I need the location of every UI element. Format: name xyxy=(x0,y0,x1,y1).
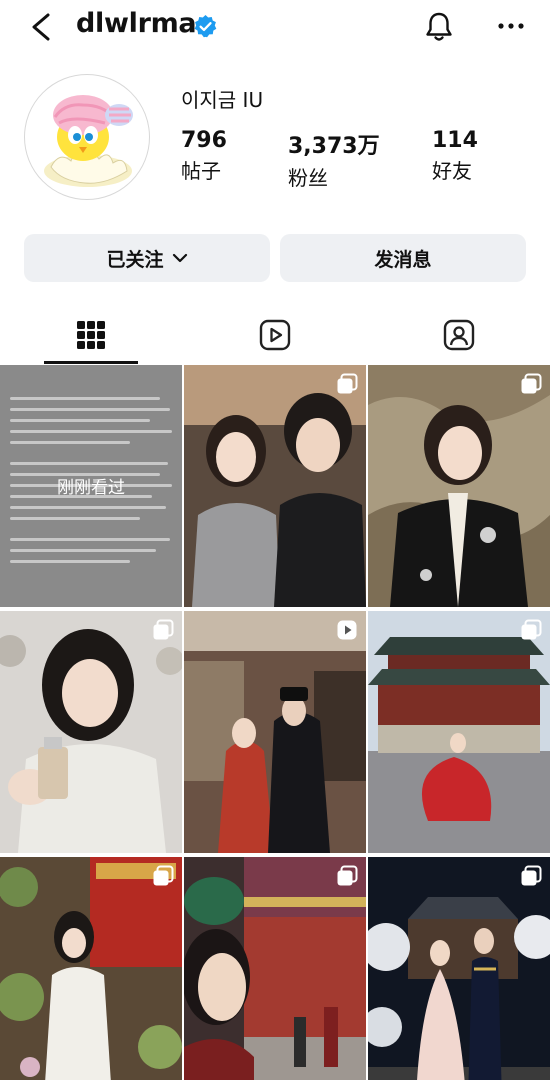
message-button-label: 发消息 xyxy=(374,248,432,271)
tagged-icon xyxy=(443,319,475,351)
tab-reels[interactable] xyxy=(228,306,322,364)
seen-recently-label: 刚刚看过 xyxy=(57,478,125,498)
grid-post-4[interactable] xyxy=(0,611,182,853)
stat-posts[interactable]: 796 帖子 xyxy=(181,128,227,184)
grid-post-2[interactable] xyxy=(184,365,366,607)
profile-username: dlwlrma xyxy=(76,8,197,39)
post-thumbnail xyxy=(368,857,550,1080)
verified-badge-icon xyxy=(194,15,217,38)
grid-post-9[interactable] xyxy=(368,857,550,1080)
grid-icon xyxy=(77,321,105,349)
following-button[interactable]: 已关注 xyxy=(24,234,270,282)
reels-icon xyxy=(259,319,291,351)
post-thumbnail xyxy=(0,611,182,853)
post-thumbnail xyxy=(184,611,366,853)
stat-followers-label: 粉丝 xyxy=(288,166,328,190)
grid-post-3[interactable] xyxy=(368,365,550,607)
post-thumbnail xyxy=(184,857,366,1080)
grid-post-7[interactable] xyxy=(0,857,182,1080)
carousel-icon xyxy=(153,619,174,640)
more-horizontal-icon[interactable] xyxy=(496,14,526,38)
profile-tabs xyxy=(0,306,550,364)
carousel-icon xyxy=(521,865,542,886)
stat-friends-label: 好友 xyxy=(432,159,472,183)
tab-tagged[interactable] xyxy=(412,306,506,364)
post-thumbnail xyxy=(184,365,366,607)
stat-friends[interactable]: 114 好友 xyxy=(432,128,478,184)
carousel-icon xyxy=(337,865,358,886)
profile-display-name: 이지금 IU xyxy=(181,88,264,112)
message-button[interactable]: 发消息 xyxy=(280,234,526,282)
chevron-down-icon xyxy=(172,253,187,263)
bell-icon[interactable] xyxy=(422,10,456,44)
stat-followers-count: 3,373万 xyxy=(288,134,380,159)
tab-posts-grid[interactable] xyxy=(44,306,138,364)
following-button-label: 已关注 xyxy=(106,248,164,271)
post-grid: 刚刚看过 xyxy=(0,365,550,1080)
stat-friends-count: 114 xyxy=(432,128,478,153)
post-thumbnail xyxy=(368,611,550,853)
stat-posts-count: 796 xyxy=(181,128,227,153)
profile-avatar[interactable] xyxy=(24,74,150,200)
reel-icon xyxy=(337,620,357,640)
grid-post-1[interactable]: 刚刚看过 xyxy=(0,365,182,607)
stat-posts-label: 帖子 xyxy=(181,159,221,183)
grid-post-5[interactable] xyxy=(184,611,366,853)
stat-followers[interactable]: 3,373万 粉丝 xyxy=(288,128,380,191)
post-thumbnail xyxy=(0,857,182,1080)
top-bar: dlwlrma xyxy=(0,0,550,56)
post-thumbnail xyxy=(368,365,550,607)
chevron-left-icon[interactable] xyxy=(28,12,54,42)
carousel-icon xyxy=(521,619,542,640)
grid-post-8[interactable] xyxy=(184,857,366,1080)
carousel-icon xyxy=(153,865,174,886)
cartoon-bird-avatar-art xyxy=(44,95,133,187)
carousel-icon xyxy=(337,373,358,394)
grid-post-6[interactable] xyxy=(368,611,550,853)
active-tab-indicator xyxy=(44,361,138,364)
carousel-icon xyxy=(521,373,542,394)
